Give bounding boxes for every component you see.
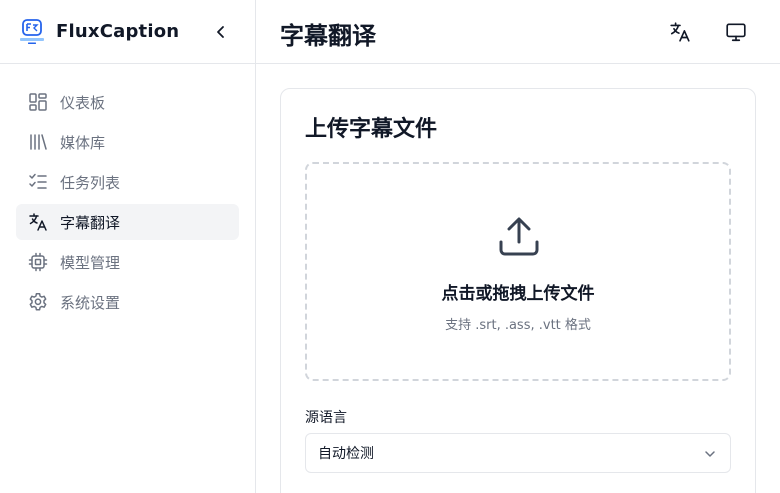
sidebar-item-subtitle-translation[interactable]: 字幕翻译: [16, 204, 239, 240]
translate-icon: [670, 22, 690, 42]
file-dropzone[interactable]: 点击或拖拽上传文件 支持 .srt, .ass, .vtt 格式: [305, 162, 731, 381]
dashboard-grid-icon: [28, 92, 48, 112]
upload-card: 上传字幕文件 点击或拖拽上传文件 支持 .srt, .ass, .vtt 格式 …: [280, 88, 756, 493]
fluxcaption-logo-icon: [18, 18, 46, 45]
dropzone-title: 点击或拖拽上传文件: [441, 284, 595, 304]
source-language-value: 自动检测: [318, 446, 374, 462]
sidebar-item-label: 媒体库: [60, 133, 106, 152]
translate-icon: [28, 212, 48, 232]
sidebar-item-library[interactable]: 媒体库: [16, 124, 239, 160]
theme-toggle-button[interactable]: [722, 18, 750, 46]
sidebar-item-models[interactable]: 模型管理: [16, 244, 239, 280]
monitor-icon: [726, 23, 746, 42]
dropzone-hint: 支持 .srt, .ass, .vtt 格式: [445, 318, 591, 333]
sidebar-item-settings[interactable]: 系统设置: [16, 284, 239, 320]
source-language-label: 源语言: [305, 410, 347, 426]
gear-icon: [28, 292, 48, 312]
sidebar-item-dashboard[interactable]: 仪表板: [16, 84, 239, 120]
sidebar-item-label: 字幕翻译: [60, 213, 121, 232]
cpu-chip-icon: [28, 252, 48, 272]
sidebar-item-label: 系统设置: [60, 293, 121, 312]
sidebar-item-label: 任务列表: [60, 173, 121, 192]
sidebar-item-label: 模型管理: [60, 253, 121, 272]
top-header: 字幕翻译: [256, 0, 780, 64]
language-toggle-button[interactable]: [666, 18, 694, 46]
page-title: 字幕翻译: [280, 22, 376, 50]
collapse-sidebar-button[interactable]: [208, 20, 234, 44]
sidebar-item-tasks[interactable]: 任务列表: [16, 164, 239, 200]
sidebar: FluxCaption 仪表板 媒体库 任务列表 字幕翻译 模型管理 系统设置: [0, 0, 256, 493]
brand: FluxCaption: [0, 0, 255, 64]
sidebar-nav: 仪表板 媒体库 任务列表 字幕翻译 模型管理 系统设置: [0, 64, 255, 320]
chevron-left-icon: [217, 26, 224, 38]
task-list-icon: [28, 172, 48, 192]
brand-name: FluxCaption: [56, 21, 180, 42]
library-icon: [28, 132, 48, 152]
sidebar-item-label: 仪表板: [60, 93, 106, 112]
card-title: 上传字幕文件: [305, 117, 438, 142]
source-language-select[interactable]: 自动检测: [305, 433, 731, 473]
chevron-down-icon: [705, 451, 715, 457]
upload-icon: [499, 217, 539, 256]
